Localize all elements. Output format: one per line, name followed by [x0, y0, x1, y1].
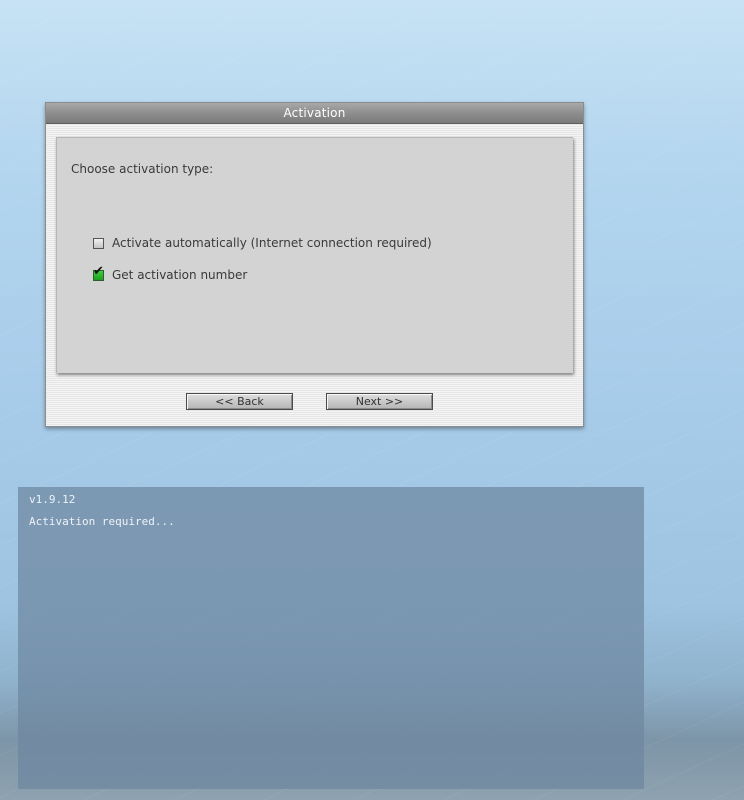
activation-prompt: Choose activation type: — [71, 162, 214, 176]
activation-panel: Choose activation type: Activate automat… — [56, 137, 573, 373]
status-text: Activation required... — [29, 515, 175, 528]
activation-dialog: Activation Choose activation type: Activ… — [45, 102, 584, 427]
option-get-activation-number[interactable]: ✔ Get activation number — [93, 265, 248, 282]
dialog-title: Activation — [46, 103, 583, 124]
activate-automatically-checkbox[interactable] — [93, 237, 104, 249]
console-panel: v1.9.12 Activation required... — [18, 487, 644, 789]
activate-automatically-label: Activate automatically (Internet connect… — [112, 236, 432, 250]
version-text: v1.9.12 — [29, 493, 76, 506]
next-button[interactable]: Next >> — [326, 393, 433, 410]
dialog-buttons: << Back Next >> — [46, 393, 583, 410]
get-activation-number-checkbox[interactable]: ✔ — [93, 265, 104, 281]
get-activation-number-label: Get activation number — [112, 268, 248, 282]
checkmark-icon: ✔ — [93, 263, 104, 279]
back-button[interactable]: << Back — [186, 393, 293, 410]
option-activate-automatically[interactable]: Activate automatically (Internet connect… — [93, 236, 432, 250]
